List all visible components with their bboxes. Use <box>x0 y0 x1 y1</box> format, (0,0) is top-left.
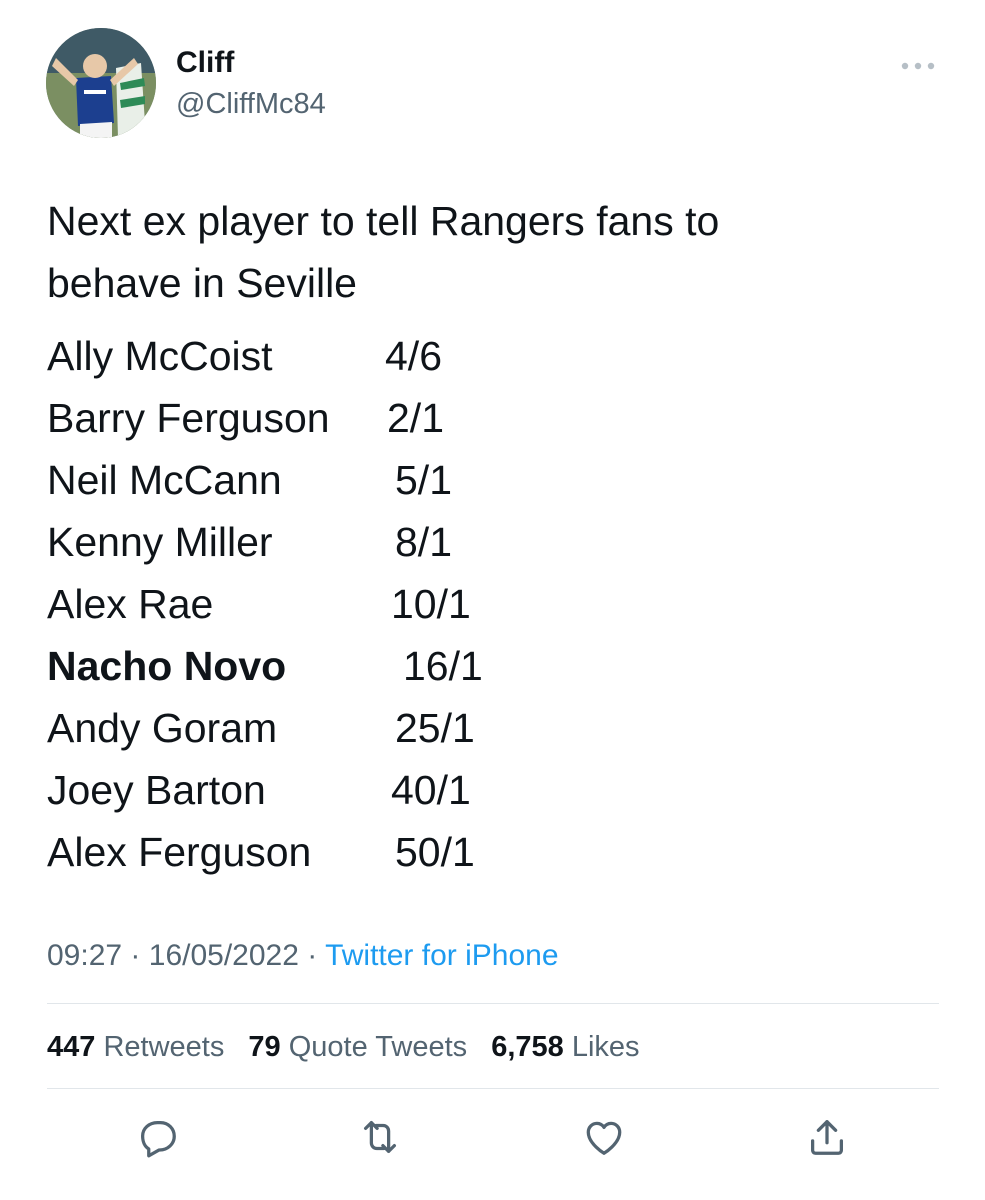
share-icon <box>810 1120 844 1155</box>
player-name: Andy Goram <box>47 705 278 751</box>
player-name: Joey Barton <box>47 767 266 813</box>
player-name: Ally McCoist <box>47 333 273 379</box>
divider <box>47 1088 939 1089</box>
meta-separator: · <box>130 939 141 972</box>
tweet-text-line: Next ex player to tell Rangers fans to <box>47 198 720 244</box>
retweets-stat[interactable]: 447 Retweets <box>47 1031 224 1063</box>
quote-tweets-stat[interactable]: 79 Quote Tweets <box>248 1031 467 1063</box>
likes-stat[interactable]: 6,758 Likes <box>491 1031 639 1063</box>
divider <box>47 1003 939 1004</box>
player-name: Alex Rae <box>47 581 214 627</box>
tweet-text: Next ex player to tell Rangers fans to b… <box>47 190 927 314</box>
quote-tweets-count: 79 <box>248 1031 281 1063</box>
player-odds: 16/1 <box>403 643 483 689</box>
player-odds: 5/1 <box>395 457 452 503</box>
player-name: Nacho Novo <box>47 643 287 689</box>
likes-count: 6,758 <box>491 1031 564 1063</box>
user-handle[interactable]: @CliffMc84 <box>176 86 326 122</box>
avatar[interactable] <box>46 28 156 138</box>
quote-tweets-label: Quote Tweets <box>288 1031 468 1063</box>
retweets-count: 447 <box>47 1031 96 1063</box>
more-icon <box>901 62 935 70</box>
reply-icon <box>140 1120 176 1158</box>
avatar-photo <box>46 28 156 138</box>
meta-separator: · <box>307 939 318 972</box>
tweet-time[interactable]: 09:27 <box>47 939 122 972</box>
retweets-label: Retweets <box>103 1031 225 1063</box>
more-options-button[interactable] <box>892 52 944 80</box>
player-odds: 10/1 <box>391 581 471 627</box>
player-odds: 40/1 <box>391 767 471 813</box>
like-icon <box>586 1121 622 1155</box>
likes-label: Likes <box>571 1031 640 1063</box>
player-name: Kenny Miller <box>47 519 273 565</box>
retweet-icon <box>363 1120 397 1154</box>
player-odds: 4/6 <box>385 333 442 379</box>
display-name[interactable]: Cliff <box>176 44 234 82</box>
tweet-date[interactable]: 16/05/2022 <box>149 939 299 972</box>
tweet-meta: 09:27 · 16/05/2022 · Twitter for iPhone <box>47 936 559 976</box>
player-name: Alex Ferguson <box>47 829 312 875</box>
player-name: Barry Ferguson <box>47 395 330 441</box>
tweet-stats: 447 Retweets 79 Quote Tweets 6,758 Likes <box>47 1027 656 1067</box>
retweet-button[interactable] <box>356 1113 404 1161</box>
player-odds: 2/1 <box>387 395 444 441</box>
player-name: Neil McCann <box>47 457 282 503</box>
tweet-text-line: behave in Seville <box>47 260 357 306</box>
player-odds: 25/1 <box>395 705 475 751</box>
tweet-source-link[interactable]: Twitter for iPhone <box>325 939 558 972</box>
player-odds: 50/1 <box>395 829 475 875</box>
reply-button[interactable] <box>133 1113 181 1161</box>
share-button[interactable] <box>803 1113 851 1161</box>
like-button[interactable] <box>580 1113 628 1161</box>
player-odds: 8/1 <box>395 519 452 565</box>
